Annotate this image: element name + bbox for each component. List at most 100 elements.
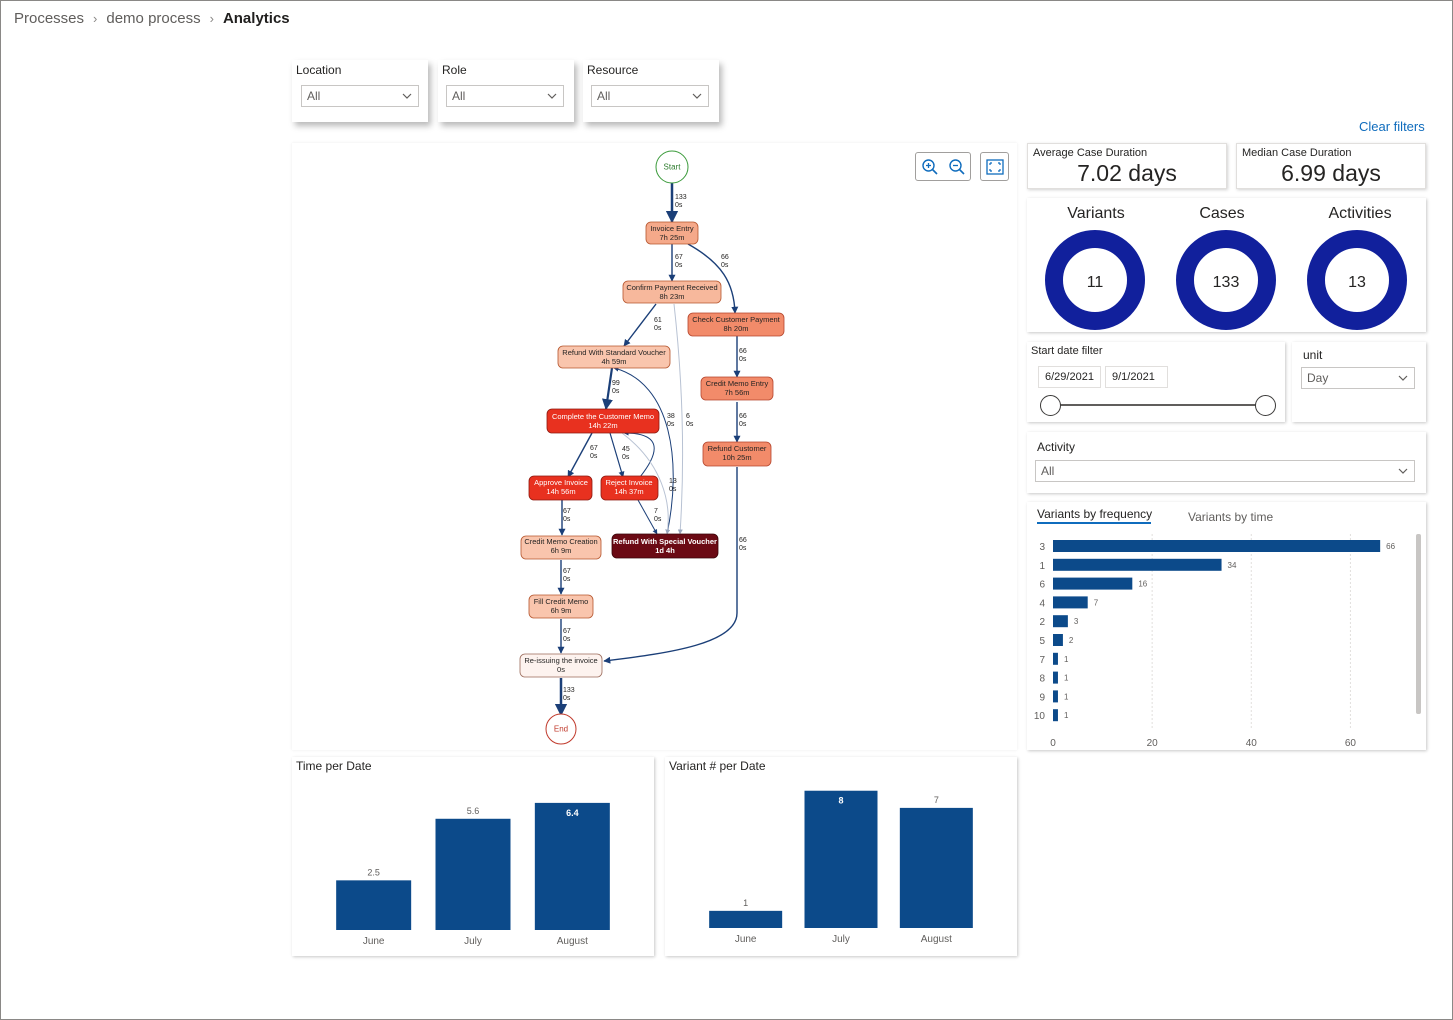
role-dropdown[interactable]: All [446, 85, 564, 107]
edge-label: 99 0s [612, 380, 620, 395]
zoom-in-button[interactable] [916, 153, 943, 180]
resource-dropdown[interactable]: All [591, 85, 709, 107]
svg-text:Re-issuing the invoice: Re-issuing the invoice [524, 656, 597, 665]
svg-text:14h 37m: 14h 37m [614, 487, 643, 496]
data-label: 34 [1228, 561, 1237, 570]
process-map[interactable]: 133 0s 67 0s 66 0s 61 0s 66 0s 99 0s 38 0s 6 0s … [292, 143, 1017, 750]
edge-label: 7 0s [654, 508, 662, 523]
clear-filters-link[interactable]: Clear filters [1359, 119, 1425, 134]
unit-label: unit [1303, 348, 1323, 362]
svg-text:Complete the Customer Memo: Complete the Customer Memo [552, 412, 654, 421]
edge-label: 67 0s [590, 445, 598, 460]
edge-label: 67 0s [675, 254, 683, 269]
svg-text:Credit Memo Creation: Credit Memo Creation [524, 537, 597, 546]
variant-bar [1053, 709, 1058, 722]
category-label: 5 [1039, 636, 1045, 647]
data-label: 8 [838, 796, 843, 806]
x-tick-label: 40 [1246, 738, 1258, 749]
svg-text:14h 22m: 14h 22m [588, 421, 617, 430]
edge-label: 66 0s [739, 537, 747, 552]
variant-bar [1053, 540, 1381, 552]
time-per-date-panel: Time per Date 2.5 June 5.6 July 6.4 August [292, 757, 654, 956]
edge-label: 45 0s [622, 446, 630, 461]
svg-text:Refund With Standard Voucher: Refund With Standard Voucher [562, 348, 666, 357]
date-slider-track [1051, 404, 1265, 406]
location-value: All [307, 89, 321, 103]
zoom-in-icon [921, 158, 938, 175]
variants-panel: Variants by frequency Variants by time 0… [1027, 502, 1426, 750]
node-fill-credit-memo: Fill Credit Memo 6h 9m [528, 594, 594, 619]
median-case-duration-label: Median Case Duration [1242, 147, 1352, 159]
node-reject-invoice: Reject Invoice 14h 37m [600, 475, 659, 501]
category-label: 10 [1034, 711, 1046, 722]
data-label: 6.4 [566, 808, 579, 818]
svg-text:Check Customer Payment: Check Customer Payment [692, 315, 780, 324]
breadcrumb: Processes › demo process › Analytics [14, 8, 290, 28]
start-date-input[interactable]: 6/29/2021 [1038, 366, 1101, 388]
bar [899, 807, 973, 928]
start-date-filter-panel: Start date filter 6/29/2021 9/1/2021 [1027, 342, 1285, 422]
node-credit-memo-creation: Credit Memo Creation 6h 9m [520, 535, 602, 560]
date-slider-end-handle[interactable] [1255, 395, 1276, 416]
svg-text:Refund Customer: Refund Customer [708, 444, 767, 453]
chevron-down-icon [402, 93, 412, 99]
unit-dropdown[interactable]: Day [1301, 367, 1415, 389]
chevron-down-icon [547, 93, 557, 99]
svg-text:8h 20m: 8h 20m [723, 324, 748, 333]
chevron-down-icon [1398, 468, 1408, 474]
variants-bar-chart[interactable]: 0 20 40 60 3 66 1 34 6 16 4 7 2 3 5 2 7 1 8 1 9 1 10 1 [1027, 502, 1426, 750]
breadcrumb-processes[interactable]: Processes [14, 10, 84, 27]
edge-label: 67 0s [563, 508, 571, 523]
node-refund-special: Refund With Special Voucher 1d 4h [611, 533, 719, 559]
variant-bar [1053, 577, 1133, 590]
node-refund-customer: Refund Customer 10h 25m [702, 441, 772, 467]
zoom-out-button[interactable] [943, 153, 970, 180]
node-approve-invoice: Approve Invoice 14h 56m [528, 475, 593, 501]
variant-per-date-chart[interactable]: 1 June 8 July 7 August [665, 757, 1017, 956]
variant-bar [1053, 671, 1058, 684]
location-slicer: Location All [292, 60, 428, 122]
date-slider-start-handle[interactable] [1040, 395, 1061, 416]
svg-text:Confirm Payment Received: Confirm Payment Received [626, 283, 717, 292]
variants-scrollbar[interactable] [1416, 534, 1421, 714]
edge-confirm-special [673, 303, 683, 535]
activity-dropdown[interactable]: All [1035, 460, 1415, 482]
edge-label: 66 0s [721, 254, 729, 269]
avg-case-duration-card: Average Case Duration 7.02 days [1027, 143, 1227, 189]
category-label: 1 [1039, 561, 1045, 572]
data-label: 2 [1069, 636, 1074, 645]
bar [435, 818, 511, 930]
data-label: 1 [1064, 711, 1069, 720]
category-label: 4 [1039, 598, 1045, 609]
variant-bar [1053, 652, 1058, 665]
svg-text:Approve Invoice: Approve Invoice [534, 478, 588, 487]
end-date-input[interactable]: 9/1/2021 [1105, 366, 1168, 388]
svg-text:4h 59m: 4h 59m [601, 357, 626, 366]
data-label: 7 [1094, 598, 1099, 607]
role-value: All [452, 89, 466, 103]
time-per-date-chart[interactable]: 2.5 June 5.6 July 6.4 August [292, 757, 654, 956]
location-label: Location [296, 63, 342, 77]
data-label: 66 [1386, 542, 1395, 551]
role-label: Role [442, 63, 467, 77]
resource-label: Resource [587, 63, 639, 77]
node-refund-standard: Refund With Standard Voucher 4h 59m [557, 345, 671, 369]
edge-label: 67 0s [563, 568, 571, 583]
breadcrumb-demo-process[interactable]: demo process [106, 10, 200, 27]
breadcrumb-chevron-icon: › [93, 10, 98, 26]
fit-to-screen-button[interactable] [980, 152, 1009, 181]
node-invoice-entry: Invoice Entry 7h 25m [645, 221, 699, 245]
node-complete-memo: Complete the Customer Memo 14h 22m [546, 408, 660, 434]
start-node-label: Start [664, 163, 682, 172]
location-dropdown[interactable]: All [301, 85, 419, 107]
svg-text:10h 25m: 10h 25m [722, 453, 751, 462]
node-credit-memo-entry: Credit Memo Entry 7h 56m [700, 376, 774, 401]
variant-bar [1053, 615, 1068, 628]
avg-case-duration-label: Average Case Duration [1033, 147, 1148, 159]
data-label: 1 [1064, 674, 1069, 683]
variants-value: 11 [1087, 274, 1104, 291]
category-label: 9 [1039, 692, 1045, 703]
chevron-down-icon [1398, 375, 1408, 381]
breadcrumb-current: Analytics [222, 9, 290, 27]
edge-label: 38 0s [667, 413, 675, 428]
